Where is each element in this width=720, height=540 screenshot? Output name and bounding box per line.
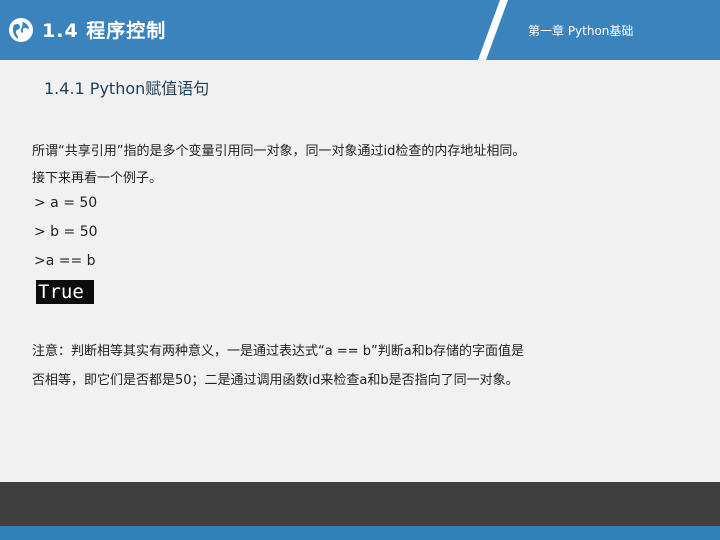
code-line-3: >a == b <box>34 253 96 269</box>
intro-paragraph-line-2: 接下来再看一个例子。 <box>32 171 163 186</box>
console-output: True <box>36 280 94 304</box>
chapter-label: 第一章 Python基础 <box>528 24 634 38</box>
code-line-1: > a = 50 <box>34 195 98 211</box>
note-paragraph-line-2: 否相等，即它们是否都是50；二是通过调用函数id来检查a和b是否指向了同一对象。 <box>32 373 519 388</box>
subsection-title: 1.4.1 Python赋值语句 <box>44 79 210 98</box>
code-line-2: > b = 50 <box>34 224 98 240</box>
slide-header: 1.4 程序控制 第一章 Python基础 <box>0 0 720 60</box>
footer-blue-bar <box>0 526 720 540</box>
intro-paragraph-line-1: 所谓“共享引用”指的是多个变量引用同一对象，同一对象通过id检查的内存地址相同。 <box>32 144 526 159</box>
globe-icon <box>9 18 33 42</box>
note-paragraph-line-1: 注意：判断相等其实有两种意义，一是通过表达式“a == b”判断a和b存储的字面… <box>32 344 524 359</box>
section-title: 1.4 程序控制 <box>42 20 167 42</box>
footer-dark-bar <box>0 482 720 526</box>
